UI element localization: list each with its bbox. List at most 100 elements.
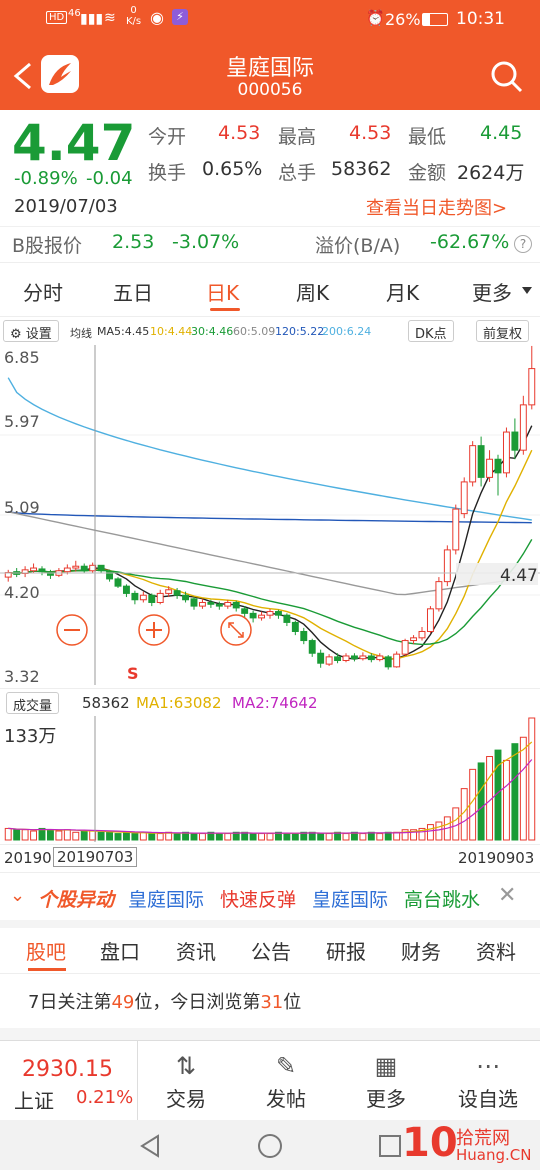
help-icon[interactable]: ?: [514, 235, 532, 253]
tab-research[interactable]: 研报: [326, 936, 366, 965]
volume-bar: [122, 831, 130, 841]
watermark-url: Huang.CN: [456, 1146, 532, 1164]
chevron-down-icon: ⌄: [10, 885, 26, 906]
candle-body: [300, 630, 308, 642]
open-value: 4.53: [218, 122, 261, 144]
settings-button[interactable]: ⚙ 设置: [3, 320, 59, 342]
candle-body: [359, 655, 367, 660]
amount-value: 2624万: [457, 162, 525, 184]
tab-timeshare[interactable]: 分时: [23, 277, 63, 306]
volume-bar: [376, 833, 384, 841]
tab-guba[interactable]: 股吧: [26, 936, 66, 965]
post-button[interactable]: ✎ 发帖: [236, 1041, 336, 1121]
news-item[interactable]: 皇庭国际: [128, 885, 204, 912]
total-volume-label: 总手: [278, 162, 317, 184]
candle-body: [224, 601, 232, 607]
volume-bar: [21, 829, 29, 841]
candle-body: [367, 655, 375, 661]
trade-label: 交易: [166, 1087, 206, 1111]
tab-more[interactable]: 更多: [472, 277, 512, 306]
trade-icon: ⇅: [175, 1052, 197, 1080]
volume-bar: [131, 833, 139, 841]
candle-body: [519, 404, 527, 451]
volume-bar: [80, 830, 88, 841]
candle: [511, 418, 519, 460]
candle: [317, 649, 325, 668]
candle: [114, 577, 122, 588]
zoom-out-button[interactable]: [56, 614, 88, 646]
volume-bar: [224, 833, 232, 841]
volume-indicator-button[interactable]: 成交量: [6, 692, 60, 714]
ma120-value: 120:5.22: [275, 325, 325, 338]
candle: [156, 589, 164, 605]
candle-body: [460, 481, 468, 515]
wifi-icon: ≋: [104, 10, 116, 26]
volume-bar: [249, 833, 257, 841]
candle-body: [317, 652, 325, 664]
news-item[interactable]: 皇庭国际: [312, 885, 388, 912]
fullscreen-button[interactable]: [220, 614, 252, 646]
news-item[interactable]: 快速反弹: [220, 885, 296, 912]
candle: [519, 395, 527, 455]
tab-five-day[interactable]: 五日: [113, 277, 153, 306]
more-button[interactable]: ▦ 更多: [336, 1041, 436, 1121]
tab-news[interactable]: 资讯: [176, 936, 216, 965]
tab-pankou[interactable]: 盘口: [100, 936, 140, 965]
alarm-icon: ⏰: [366, 9, 385, 27]
add-watchlist-button[interactable]: ⋯ 设自选: [438, 1041, 538, 1121]
candle: [452, 504, 460, 555]
candle-body: [477, 445, 485, 478]
index-percent: 0.21%: [76, 1087, 134, 1108]
sell-signal-marker: S: [127, 664, 139, 683]
candle: [148, 593, 156, 607]
news-item[interactable]: 高台跳水: [404, 885, 480, 912]
tab-announcements[interactable]: 公告: [251, 936, 291, 965]
candle-body: [511, 431, 519, 451]
candle-body: [469, 445, 477, 483]
candle-body: [139, 594, 147, 601]
tab-weekly-k[interactable]: 周K: [296, 277, 329, 306]
ma10-value: 10:4.44: [150, 325, 193, 338]
candlestick-chart[interactable]: 6.85 5.97 5.09 4.20 3.32 4.47 S: [0, 345, 540, 685]
close-icon[interactable]: ✕: [498, 883, 516, 908]
tab-daily-k[interactable]: 日K: [206, 277, 239, 306]
news-badge: 个股异动: [38, 889, 115, 911]
index-quote[interactable]: 2930.15 上证 0.21%: [0, 1041, 138, 1121]
candle-body: [148, 594, 156, 603]
candle: [486, 450, 494, 482]
candle-body: [418, 630, 426, 639]
y-tick-label: 5.97: [4, 412, 40, 431]
intraday-trend-link[interactable]: 查看当日走势图>: [366, 194, 507, 220]
trade-button[interactable]: ⇅ 交易: [136, 1041, 236, 1121]
gear-icon: ⚙: [10, 327, 22, 342]
adjust-button[interactable]: 前复权: [476, 320, 530, 342]
divider: [0, 1028, 540, 1040]
volume-bar: [72, 831, 80, 841]
volume-bar: [528, 717, 536, 841]
volume-chart[interactable]: 133万: [0, 716, 540, 842]
news-ticker[interactable]: ⌄ 个股异动 皇庭国际 快速反弹 皇庭国际 高台跳水 ✕: [0, 872, 540, 920]
b-share-price: 2.53: [112, 231, 155, 253]
back-triangle-icon[interactable]: [138, 1134, 162, 1158]
candle-body: [502, 431, 510, 474]
candle-body: [198, 601, 206, 607]
ma200-line: [7, 377, 532, 521]
tab-finance[interactable]: 财务: [401, 936, 441, 965]
cursor-date-label: 20190703: [53, 847, 138, 867]
candle-body: [393, 653, 401, 668]
tab-monthly-k[interactable]: 月K: [386, 277, 419, 306]
rank-mid: 位，今日浏览第: [134, 992, 261, 1013]
candle: [266, 608, 274, 619]
volume-bar: [148, 833, 156, 841]
tab-profile[interactable]: 资料: [476, 936, 516, 965]
home-circle-icon[interactable]: [257, 1133, 283, 1159]
candle-body: [249, 612, 257, 619]
candle-body: [72, 565, 80, 569]
dk-button[interactable]: DK点: [408, 320, 454, 342]
candle-body: [190, 598, 198, 607]
candle-body: [38, 568, 46, 573]
high-label: 最高: [278, 126, 317, 148]
divider: [0, 920, 540, 928]
search-icon[interactable]: [490, 60, 524, 94]
zoom-in-button[interactable]: [138, 614, 170, 646]
